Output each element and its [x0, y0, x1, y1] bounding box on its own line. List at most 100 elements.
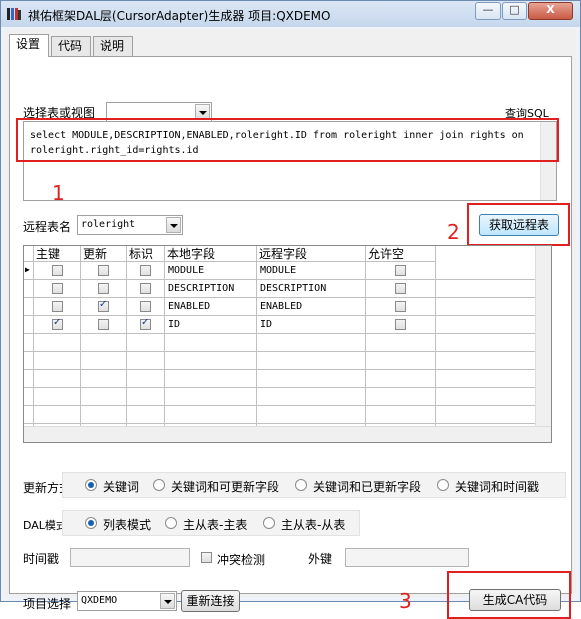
column-header-nullable[interactable]: 允许空: [366, 246, 436, 262]
close-button[interactable]: X: [528, 2, 573, 20]
update-mode-option-0[interactable]: 关键词: [103, 478, 139, 495]
pk-checkbox[interactable]: [52, 283, 63, 294]
nullable-checkbox[interactable]: [395, 265, 406, 276]
grid-cell[interactable]: [34, 316, 81, 334]
update-checkbox[interactable]: [98, 283, 109, 294]
grid-empty-cell[interactable]: [436, 334, 536, 352]
grid-empty-cell[interactable]: [24, 406, 34, 424]
ident-checkbox[interactable]: [140, 283, 151, 294]
grid-empty-cell[interactable]: [34, 334, 81, 352]
grid-empty-cell[interactable]: [436, 370, 536, 388]
grid-empty-cell[interactable]: [24, 352, 34, 370]
grid-empty-cell[interactable]: [24, 334, 34, 352]
grid-cell[interactable]: DESCRIPTION: [165, 280, 257, 298]
remote-table-combo[interactable]: roleright: [77, 215, 183, 235]
grid-empty-cell[interactable]: [34, 370, 81, 388]
grid-empty-cell[interactable]: [81, 388, 127, 406]
column-header-update[interactable]: 更新: [81, 246, 127, 262]
chevron-down-icon[interactable]: [160, 593, 175, 609]
project-select-combo[interactable]: QXDEMO: [77, 591, 177, 611]
update-checkbox[interactable]: [98, 299, 109, 312]
grid-empty-cell[interactable]: [257, 406, 366, 424]
radio-dal-mode-0[interactable]: [85, 517, 97, 529]
grid-empty-cell[interactable]: [34, 406, 81, 424]
dal-mode-option-0[interactable]: 列表模式: [103, 516, 151, 533]
grid-empty-cell[interactable]: [81, 352, 127, 370]
grid-cell[interactable]: [81, 316, 127, 334]
grid-empty-cell[interactable]: [34, 352, 81, 370]
grid-empty-cell[interactable]: [127, 406, 165, 424]
grid-empty-cell[interactable]: [366, 352, 436, 370]
maximize-button[interactable]: □: [502, 2, 527, 20]
timestamp-input[interactable]: [70, 548, 190, 567]
radio-update-mode-0[interactable]: [85, 479, 97, 491]
grid-cell[interactable]: [24, 316, 34, 334]
nullable-checkbox[interactable]: [395, 319, 406, 330]
grid-cell[interactable]: [436, 280, 536, 298]
grid-cell[interactable]: MODULE: [165, 262, 257, 280]
tab-help[interactable]: 说明: [93, 36, 133, 56]
grid-empty-cell[interactable]: [24, 370, 34, 388]
update-checkbox[interactable]: [98, 319, 109, 330]
grid-cell[interactable]: [127, 280, 165, 298]
grid-cell[interactable]: [34, 280, 81, 298]
column-header-identity[interactable]: 标识: [127, 246, 165, 262]
grid-empty-cell[interactable]: [436, 406, 536, 424]
grid-cell[interactable]: [127, 316, 165, 334]
grid-cell[interactable]: [436, 262, 536, 280]
update-mode-option-2[interactable]: 关键词和已更新字段: [313, 478, 421, 495]
update-checkbox[interactable]: [98, 265, 109, 276]
grid-cell[interactable]: [436, 316, 536, 334]
grid-empty-cell[interactable]: [127, 334, 165, 352]
grid-cell[interactable]: ENABLED: [257, 298, 366, 316]
grid-cell[interactable]: [366, 262, 436, 280]
grid-empty-cell[interactable]: [366, 388, 436, 406]
tab-code[interactable]: 代码: [51, 36, 91, 56]
grid-empty-cell[interactable]: [257, 370, 366, 388]
column-header-remote-field[interactable]: 远程字段: [257, 246, 366, 262]
reconnect-button[interactable]: 重新连接: [181, 590, 240, 612]
grid-empty-cell[interactable]: [436, 388, 536, 406]
grid-cell[interactable]: ID: [165, 316, 257, 334]
conflict-check-checkbox[interactable]: [201, 552, 212, 563]
grid-cell[interactable]: ID: [257, 316, 366, 334]
grid-empty-cell[interactable]: [366, 334, 436, 352]
column-header-pk[interactable]: 主键: [34, 246, 81, 262]
foreign-key-input[interactable]: [345, 548, 469, 567]
grid-empty-cell[interactable]: [436, 352, 536, 370]
grid-empty-cell[interactable]: [81, 406, 127, 424]
grid-empty-cell[interactable]: [257, 388, 366, 406]
radio-dal-mode-2[interactable]: [263, 517, 275, 529]
grid-empty-cell[interactable]: [257, 334, 366, 352]
grid-cell[interactable]: MODULE: [257, 262, 366, 280]
grid-cell[interactable]: [34, 262, 81, 280]
update-mode-option-1[interactable]: 关键词和可更新字段: [171, 478, 279, 495]
grid-cell[interactable]: [366, 280, 436, 298]
ident-checkbox[interactable]: [140, 265, 151, 276]
dal-mode-option-1[interactable]: 主从表-主表: [183, 516, 247, 533]
grid-cell[interactable]: ▶: [24, 262, 34, 280]
grid-empty-cell[interactable]: [366, 370, 436, 388]
grid-cell[interactable]: [127, 262, 165, 280]
grid-cell[interactable]: [366, 298, 436, 316]
dal-mode-option-2[interactable]: 主从表-从表: [281, 516, 345, 533]
nullable-checkbox[interactable]: [395, 301, 406, 312]
tab-settings[interactable]: 设置: [9, 34, 49, 57]
chevron-down-icon[interactable]: [166, 217, 181, 233]
grid-cell[interactable]: [127, 298, 165, 316]
grid-cell[interactable]: [24, 280, 34, 298]
pk-checkbox[interactable]: [52, 301, 63, 312]
pk-checkbox[interactable]: [52, 317, 63, 330]
grid-cell[interactable]: [24, 298, 34, 316]
grid-empty-cell[interactable]: [24, 388, 34, 406]
minimize-button[interactable]: —: [475, 2, 501, 20]
grid-empty-cell[interactable]: [127, 388, 165, 406]
grid-vertical-scrollbar[interactable]: [535, 246, 551, 427]
grid-cell[interactable]: [81, 262, 127, 280]
grid-empty-cell[interactable]: [366, 406, 436, 424]
grid-empty-cell[interactable]: [257, 352, 366, 370]
grid-empty-cell[interactable]: [165, 406, 257, 424]
grid-empty-cell[interactable]: [34, 388, 81, 406]
grid-empty-cell[interactable]: [127, 352, 165, 370]
radio-dal-mode-1[interactable]: [165, 517, 177, 529]
